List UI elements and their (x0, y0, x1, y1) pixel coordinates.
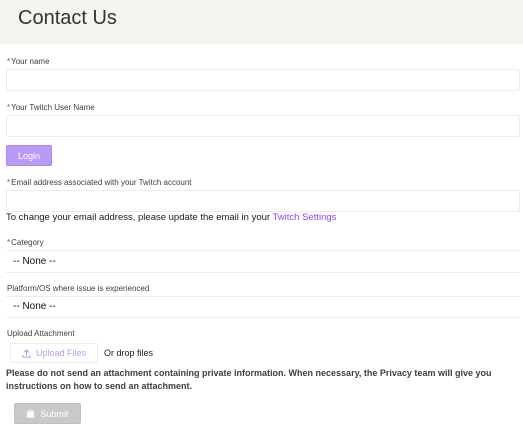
page-title: Contact Us (18, 7, 117, 29)
name-label: *Your name (7, 57, 50, 66)
email-info-text: To change your email address, please upd… (6, 212, 336, 223)
name-field[interactable] (6, 69, 520, 91)
category-select-bottom-border (6, 272, 520, 273)
category-select[interactable]: -- None -- (13, 256, 56, 267)
twitch-username-label: *Your Twitch User Name (7, 103, 95, 112)
required-marker: * (7, 103, 11, 112)
twitch-username-label-text: Your Twitch User Name (11, 103, 95, 112)
email-label-text: Email address associated with your Twitc… (11, 178, 192, 187)
twitch-username-field[interactable] (6, 115, 520, 137)
platform-label: Platform/OS where issue is experienced (7, 284, 150, 293)
drop-files-text: Or drop files (104, 348, 154, 358)
upload-icon (22, 348, 31, 358)
submit-label: Submit (40, 408, 69, 419)
platform-select-top-border (6, 296, 520, 297)
required-marker: * (7, 178, 11, 187)
upload-files-button[interactable]: Upload Files (10, 343, 98, 363)
email-label: *Email address associated with your Twit… (7, 178, 192, 187)
platform-select-bottom-border (6, 317, 520, 318)
required-marker: * (7, 57, 11, 66)
page-header: Contact Us (0, 0, 523, 44)
email-field[interactable] (6, 190, 520, 212)
attachment-label: Upload Attachment (7, 329, 75, 338)
category-select-top-border (6, 250, 520, 251)
privacy-warning: Please do not send an attachment contain… (6, 368, 492, 391)
category-label-text: Category (11, 238, 44, 247)
required-marker: * (7, 238, 11, 247)
upload-files-label: Upload Files (35, 348, 87, 358)
login-button[interactable]: Login (6, 145, 52, 166)
platform-select[interactable]: -- None -- (13, 301, 56, 312)
submit-button[interactable]: Submit (14, 403, 81, 424)
lock-icon (27, 409, 35, 418)
email-info-prefix: To change your email address, please upd… (6, 212, 273, 223)
category-label: *Category (7, 238, 44, 247)
twitch-settings-link[interactable]: Twitch Settings (273, 212, 337, 223)
name-label-text: Your name (11, 57, 50, 66)
